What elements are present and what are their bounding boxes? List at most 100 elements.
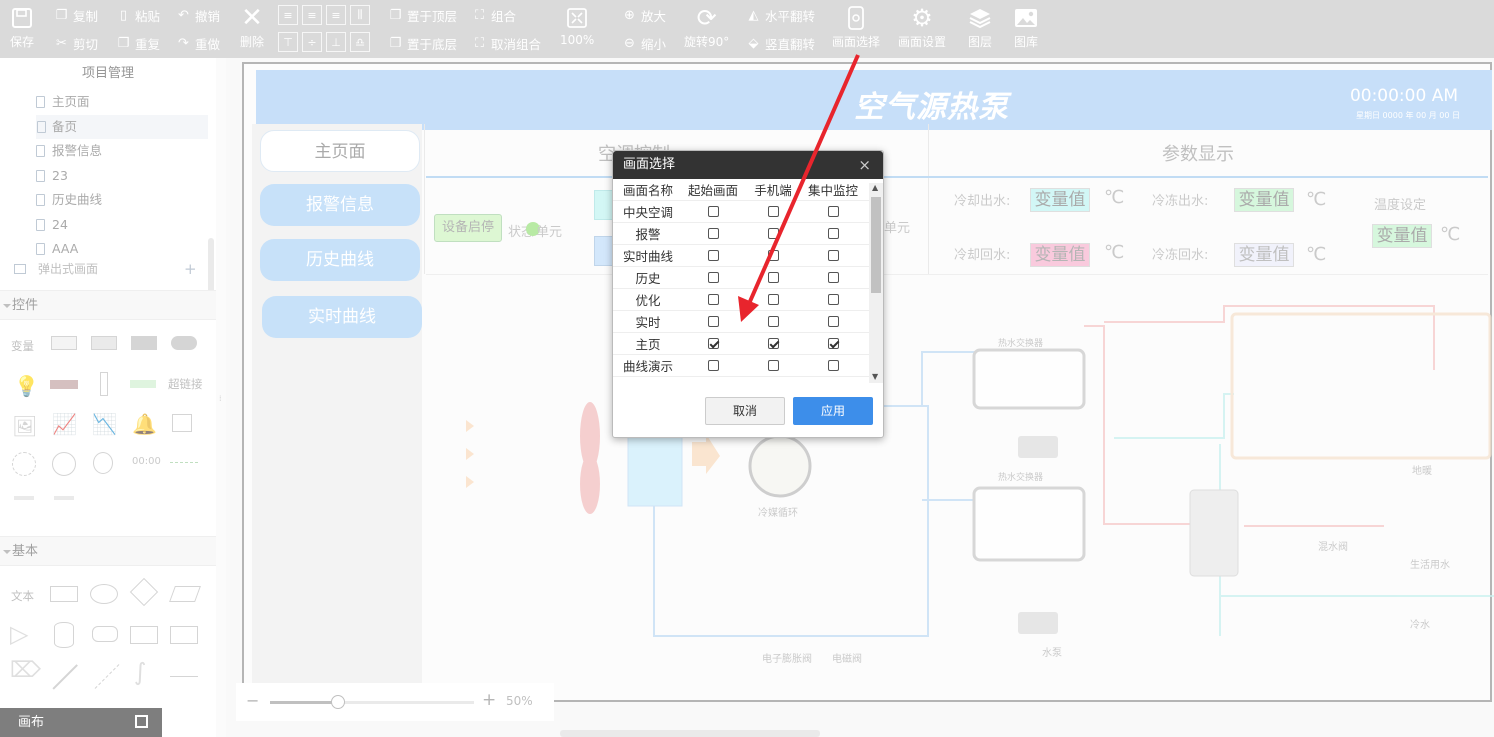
repeat-button[interactable]: ❐ 重复 — [116, 34, 160, 52]
rectangle-icon[interactable] — [50, 585, 78, 602]
dialog-scroll-thumb[interactable] — [871, 197, 881, 293]
central-checkbox[interactable] — [827, 316, 839, 327]
tree-item-23[interactable]: 23 — [0, 164, 216, 189]
camera-icon[interactable] — [93, 451, 113, 474]
image-control-icon[interactable]: 🖼 — [12, 414, 37, 438]
bring-top-button[interactable]: ❐ 置于顶层 — [388, 6, 457, 24]
group-button[interactable]: ⛶ 组合 — [472, 6, 516, 24]
central-checkbox[interactable] — [827, 250, 839, 261]
canvas-hscrollbar[interactable] — [560, 730, 820, 737]
align-center-icon[interactable]: ≡ — [302, 5, 322, 25]
misc-control-2-icon[interactable] — [54, 495, 74, 500]
align-top-icon[interactable]: ⊤ — [278, 32, 298, 52]
tree-item-24[interactable]: 24 — [0, 213, 216, 238]
line-chart-icon[interactable] — [170, 461, 198, 463]
start-checkbox[interactable] — [707, 338, 719, 349]
cut-button[interactable]: ✂ 剪切 — [54, 34, 98, 52]
align-bottom-icon[interactable]: ⊥ — [326, 32, 346, 52]
flip-h-button[interactable]: ◭ 水平翻转 — [746, 6, 816, 24]
gauge-icon[interactable] — [12, 451, 36, 476]
flip-v-button[interactable]: ⬙ 竖直翻转 — [746, 34, 816, 52]
central-checkbox[interactable] — [827, 272, 839, 283]
diamond-icon[interactable] — [129, 577, 159, 606]
scroll-down-icon[interactable]: ▼ — [872, 372, 878, 381]
zoom-in-button[interactable]: ⊕ 放大 — [622, 6, 666, 24]
mobile-checkbox[interactable] — [767, 338, 779, 349]
ungroup-button[interactable]: ⛶ 取消组合 — [472, 34, 541, 52]
cylinder-icon[interactable] — [54, 621, 74, 648]
curve-icon[interactable]: ∫ — [134, 658, 147, 686]
popup-screens-node[interactable]: 弹出式画面 + — [0, 262, 216, 280]
start-checkbox[interactable] — [707, 228, 719, 239]
tree-item-history[interactable]: 历史曲线 — [0, 188, 216, 213]
basic-section-header[interactable]: 基本 — [0, 535, 216, 566]
undo-button[interactable]: ↶ 撤销 — [176, 6, 220, 24]
send-bottom-button[interactable]: ❐ 置于底层 — [388, 34, 457, 52]
align-right-icon[interactable]: ≡ — [326, 5, 346, 25]
toggle-icon[interactable] — [171, 335, 197, 350]
start-checkbox[interactable] — [707, 250, 719, 261]
delete-button[interactable]: ✕ 删除 — [238, 3, 266, 54]
mobile-checkbox[interactable] — [767, 294, 779, 305]
add-icon[interactable]: + — [184, 262, 197, 277]
line-icon[interactable] — [52, 663, 78, 689]
start-checkbox[interactable] — [707, 294, 719, 305]
digital-clock-control[interactable]: 00:00 — [132, 456, 161, 467]
redo-button[interactable]: ↷ 重做 — [176, 34, 220, 52]
central-checkbox[interactable] — [827, 360, 839, 371]
variable-control[interactable]: 变量 — [11, 338, 34, 354]
document-icon[interactable] — [130, 625, 158, 644]
close-icon[interactable]: × — [858, 151, 871, 179]
canvas-panel-button[interactable]: 画布 — [0, 708, 162, 737]
tree-item-backup[interactable]: 备页 — [36, 114, 208, 139]
triangle-icon[interactable]: ▷ — [10, 620, 28, 648]
screen-select-button[interactable]: 画面选择 — [832, 4, 880, 54]
level-gauge-icon[interactable] — [100, 371, 108, 396]
zoom-slider-track[interactable] — [270, 695, 474, 709]
screen-settings-button[interactable]: ⚙ 画面设置 — [898, 4, 946, 54]
zoom-slider-handle[interactable] — [330, 695, 345, 709]
central-checkbox[interactable] — [827, 206, 839, 217]
paste-button[interactable]: ▯ 粘贴 — [116, 6, 160, 24]
start-checkbox[interactable] — [707, 206, 719, 217]
dialog-scrollbar[interactable]: ▲ ▼ — [869, 183, 883, 383]
dashed-line-icon[interactable] — [94, 663, 120, 689]
tree-item-main[interactable]: 主页面 — [0, 90, 216, 115]
bulb-icon[interactable]: 💡 — [14, 374, 39, 398]
mobile-checkbox[interactable] — [767, 316, 779, 327]
parallelogram-icon[interactable] — [169, 585, 201, 602]
align-vcenter-icon[interactable]: ♎ — [350, 32, 370, 52]
align-left-icon[interactable]: ≡ — [278, 5, 298, 25]
chevron-shape-icon[interactable]: ⌦ — [10, 658, 41, 683]
bar-icon[interactable] — [130, 379, 156, 388]
gallery-button[interactable]: 图库 — [1012, 4, 1040, 54]
scroll-up-icon[interactable]: ▲ — [872, 183, 878, 192]
hline-icon[interactable] — [170, 675, 198, 677]
panel-splitter[interactable]: ⁞ — [216, 58, 226, 737]
clock-icon[interactable] — [52, 451, 76, 476]
start-checkbox[interactable] — [707, 272, 719, 283]
numeric-input-icon[interactable] — [91, 335, 117, 350]
cloud-icon[interactable] — [92, 625, 118, 642]
start-checkbox[interactable] — [707, 360, 719, 371]
history-chart-icon[interactable]: 📉 — [92, 412, 117, 436]
save-button[interactable]: 保存 — [8, 4, 36, 54]
ellipse-icon[interactable] — [90, 583, 118, 604]
cancel-button[interactable]: 取消 — [705, 397, 785, 425]
apply-button[interactable]: 应用 — [793, 397, 873, 425]
controls-section-header[interactable]: 控件 — [0, 289, 216, 320]
align-hcenter-icon[interactable]: ⫼ — [350, 5, 370, 25]
table-icon[interactable] — [172, 413, 192, 432]
central-checkbox[interactable] — [827, 338, 839, 349]
misc-control-1-icon[interactable] — [14, 495, 34, 500]
text-shape[interactable]: 文本 — [11, 588, 34, 604]
mobile-checkbox[interactable] — [767, 228, 779, 239]
hyperlink-control[interactable]: 超链接 — [168, 376, 203, 392]
rotate-button[interactable]: ⟳ 旋转90° — [684, 4, 729, 54]
zoom-fit-button[interactable]: 100% — [560, 4, 594, 54]
mobile-checkbox[interactable] — [767, 360, 779, 371]
trend-chart-icon[interactable]: 📈 — [52, 412, 77, 436]
zoom-minus-button[interactable]: − — [246, 691, 259, 710]
copy-button[interactable]: ❐ 复制 — [54, 6, 98, 24]
layers-button[interactable]: 图层 — [966, 4, 994, 54]
